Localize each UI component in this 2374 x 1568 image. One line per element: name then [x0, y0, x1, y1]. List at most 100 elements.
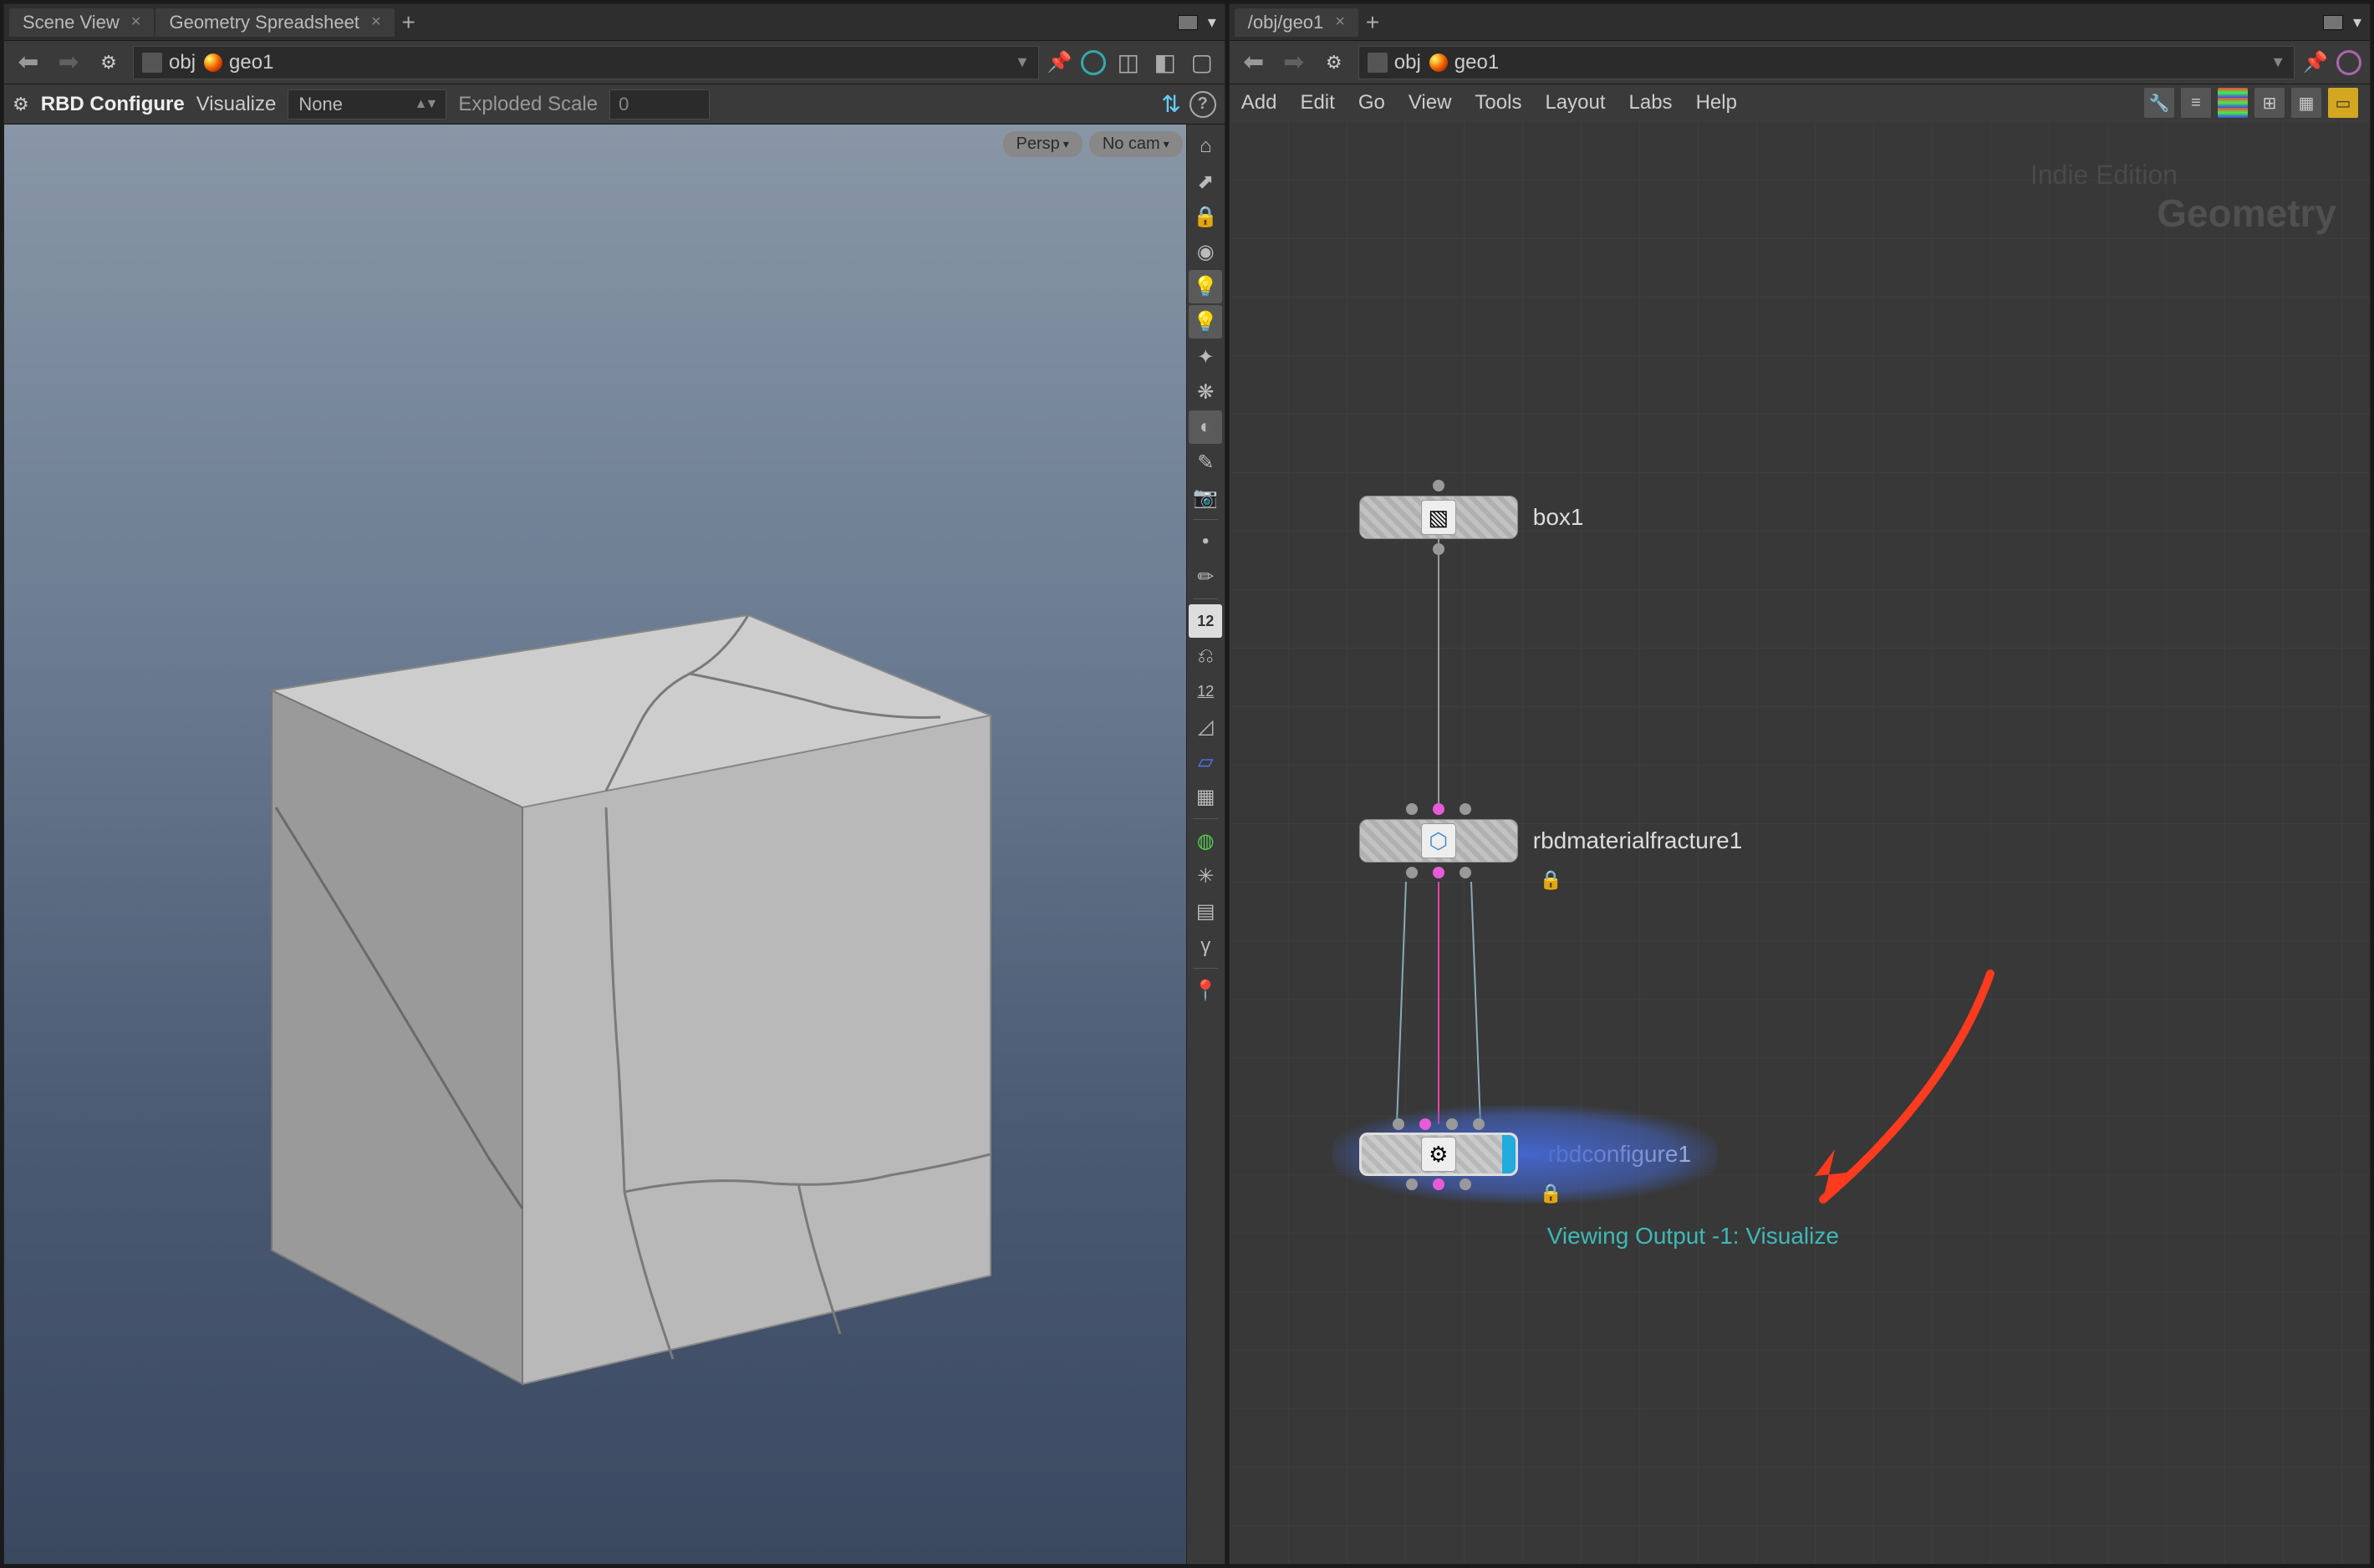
menu-help[interactable]: Help — [1696, 91, 1737, 115]
cube-fill-icon[interactable]: ▢ — [1188, 48, 1216, 77]
configure-icon: ⚙ — [1421, 1137, 1456, 1172]
tab-label: Scene View — [23, 12, 120, 33]
crumb-obj[interactable]: obj — [1368, 51, 1421, 74]
home-icon[interactable]: ⌂ — [1189, 130, 1222, 163]
cube-icon[interactable]: ◫ — [1114, 48, 1143, 77]
palette-icon[interactable] — [2218, 88, 2248, 118]
link-ring-icon[interactable] — [1081, 50, 1106, 75]
node-label: box1 — [1533, 504, 1584, 531]
add-tab-button[interactable]: + — [396, 9, 421, 36]
tool-icon[interactable]: ⚙ — [13, 94, 29, 115]
ruler-icon[interactable]: 12 — [1189, 675, 1222, 708]
lock-icon: 🔒 — [1540, 869, 1562, 891]
node-body[interactable]: ⚙ — [1359, 1133, 1518, 1176]
light-icon[interactable]: 💡 — [1189, 270, 1222, 303]
lock-icon[interactable]: 🔒 — [1189, 200, 1222, 233]
path-dropdown-icon[interactable]: ▼ — [1015, 53, 1030, 71]
help-icon[interactable]: ? — [1190, 91, 1216, 118]
display-flag[interactable] — [1502, 1135, 1516, 1173]
display-opts-icon[interactable]: ▦ — [2291, 88, 2321, 118]
exploded-scale-field[interactable]: 0 — [609, 89, 710, 120]
crumb-geo1[interactable]: geo1 — [204, 51, 273, 74]
pane-menu-icon[interactable]: ▾ — [1205, 12, 1220, 33]
viewport-right-shelf: ⌂ ⬈ 🔒 ◉ 💡 💡 ✦ ❋ ◐ ✎ 📷 • ✏ 12 ⎌ 12 ◿ ▱ — [1186, 125, 1225, 1564]
eye-icon[interactable]: ◉ — [1189, 235, 1222, 268]
tab-geometry-spreadsheet[interactable]: Geometry Spreadsheet × — [155, 8, 394, 37]
broom-icon[interactable]: ⎌ — [1189, 639, 1222, 673]
node-box1[interactable]: ▧ box1 — [1359, 496, 1584, 539]
pin-marker-icon[interactable]: 📍 — [1189, 974, 1222, 1007]
add-tab-button[interactable]: + — [1360, 9, 1385, 36]
network-editor[interactable]: Indie Edition Geometry ▧ box1 — [1230, 121, 2370, 1564]
close-icon[interactable]: × — [371, 13, 381, 32]
menu-edit[interactable]: Edit — [1300, 91, 1334, 115]
tab-label: /obj/geo1 — [1248, 12, 1324, 33]
crumb-obj[interactable]: obj — [142, 51, 196, 74]
window-icon[interactable] — [2323, 15, 2343, 30]
path-options-icon[interactable]: ⚙ — [1318, 47, 1350, 79]
box-icon: ▧ — [1421, 500, 1456, 535]
bulb-add-icon[interactable]: ✦ — [1189, 340, 1222, 374]
camera-pill[interactable]: Persp▾ — [1003, 131, 1083, 157]
tab-obj-geo1[interactable]: /obj/geo1 × — [1235, 8, 1358, 37]
gamma-icon[interactable]: γ — [1189, 929, 1222, 963]
menu-view[interactable]: View — [1409, 91, 1452, 115]
checker-icon[interactable]: ▦ — [1189, 780, 1222, 813]
node-rbdmaterialfracture1[interactable]: ⬡ rbdmaterialfracture1 🔒 — [1359, 819, 1743, 863]
crumb-geo1[interactable]: geo1 — [1429, 51, 1499, 74]
camera-icon[interactable]: 📷 — [1189, 481, 1222, 514]
tab-scene-view[interactable]: Scene View × — [9, 8, 154, 37]
menu-go[interactable]: Go — [1358, 91, 1385, 115]
node-body[interactable]: ⬡ — [1359, 819, 1518, 863]
axes-icon[interactable]: ✳ — [1189, 859, 1222, 893]
menu-add[interactable]: Add — [1241, 91, 1277, 115]
viewport[interactable]: Persp▾ No cam▾ — [4, 125, 1225, 1564]
bulb-gear-icon[interactable]: ❋ — [1189, 375, 1222, 409]
node-body[interactable]: ▧ — [1359, 496, 1518, 539]
network-pane: /obj/geo1 × + ▾ ⬅ ➡ ⚙ obj geo1 — [1229, 3, 2371, 1565]
cube-wire-icon[interactable]: ◧ — [1151, 48, 1179, 77]
plane-icon[interactable]: ▱ — [1189, 745, 1222, 778]
select-icon[interactable]: ⬈ — [1189, 165, 1222, 198]
globe-icon[interactable]: ◍ — [1189, 824, 1222, 858]
wrench-icon[interactable]: 🔧 — [2144, 88, 2174, 118]
left-path-bar: ⬅ ➡ ⚙ obj geo1 ▼ 📌 ◫ ◧ ▢ — [4, 41, 1225, 84]
material-icon[interactable]: ◐ — [1189, 410, 1222, 444]
forward-button[interactable]: ➡ — [1278, 47, 1310, 79]
geo-icon — [204, 53, 222, 72]
dot-icon[interactable]: • — [1189, 525, 1222, 558]
bulb-on-icon[interactable]: 💡 — [1189, 305, 1222, 339]
scene-view-pane: Scene View × Geometry Spreadsheet × + ▾ … — [3, 3, 1225, 1565]
menu-layout[interactable]: Layout — [1545, 91, 1605, 115]
menu-labs[interactable]: Labs — [1629, 91, 1673, 115]
path-dropdown-icon[interactable]: ▼ — [2270, 53, 2285, 71]
layers-icon[interactable]: ▤ — [1189, 894, 1222, 928]
link-ring-icon[interactable] — [2336, 50, 2361, 75]
back-button[interactable]: ⬅ — [1238, 47, 1270, 79]
path-field[interactable]: obj geo1 ▼ — [133, 46, 1039, 79]
window-icon[interactable] — [1178, 15, 1198, 30]
path-field[interactable]: obj geo1 ▼ — [1358, 46, 2295, 79]
visualize-dropdown[interactable]: None ▲▼ — [288, 89, 446, 120]
pin-icon[interactable]: 📌 — [1047, 50, 1072, 74]
path-options-icon[interactable]: ⚙ — [93, 47, 125, 79]
nocam-pill[interactable]: No cam▾ — [1089, 131, 1183, 157]
menu-tools[interactable]: Tools — [1475, 91, 1521, 115]
list-icon[interactable]: ≡ — [2181, 88, 2211, 118]
brush-icon[interactable]: ✎ — [1189, 445, 1222, 479]
curve-icon[interactable]: ✏ — [1189, 560, 1222, 593]
close-icon[interactable]: × — [1335, 13, 1345, 32]
snap-icon[interactable]: ⇅ — [1161, 90, 1180, 118]
right-path-bar: ⬅ ➡ ⚙ obj geo1 ▼ 📌 — [1230, 41, 2370, 84]
close-icon[interactable]: × — [131, 13, 141, 32]
back-button[interactable]: ⬅ — [13, 47, 44, 79]
sticky-note-icon[interactable]: ▭ — [2328, 88, 2358, 118]
dropdown-arrows-icon: ▲▼ — [415, 97, 436, 112]
angle-icon[interactable]: ◿ — [1189, 710, 1222, 743]
badge-12-icon[interactable]: 12 — [1189, 604, 1222, 638]
forward-button[interactable]: ➡ — [53, 47, 84, 79]
pin-icon[interactable]: 📌 — [2303, 50, 2328, 74]
pane-menu-icon[interactable]: ▾ — [2350, 12, 2365, 33]
tree-icon[interactable]: ⊞ — [2254, 88, 2285, 118]
node-rbdconfigure1[interactable]: ⚙ rbdconfigure1 🔒 — [1359, 1133, 1691, 1176]
